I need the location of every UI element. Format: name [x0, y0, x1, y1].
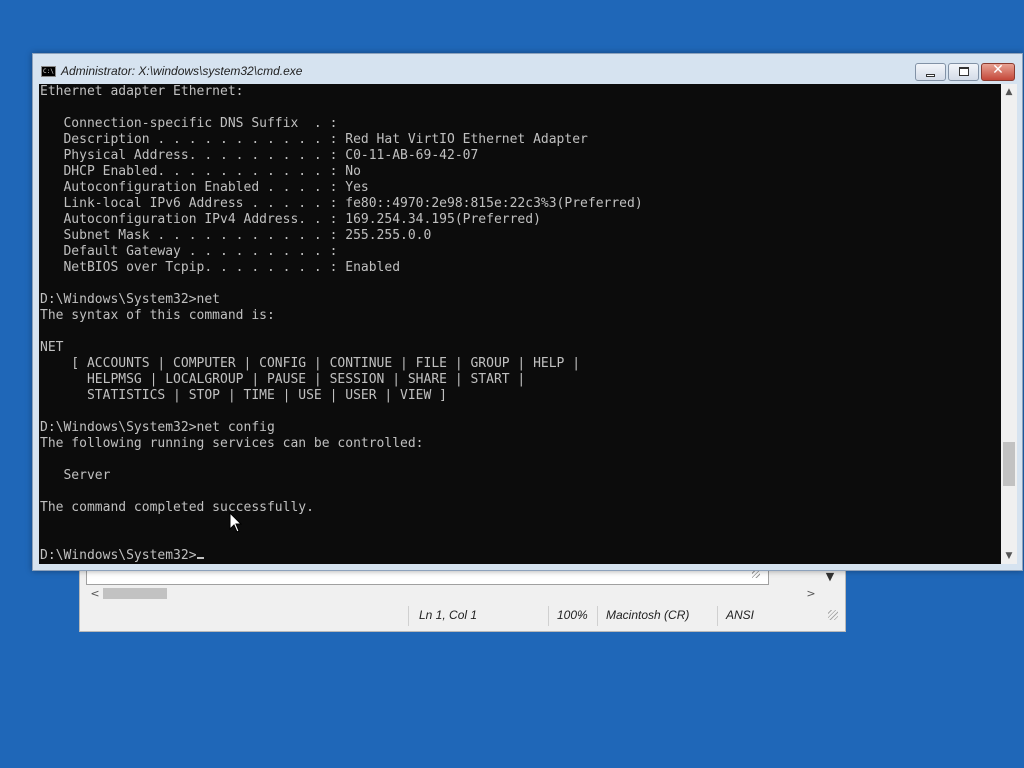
horizontal-scroll-thumb[interactable]	[103, 588, 167, 599]
scroll-right-icon[interactable]: >	[804, 585, 818, 602]
console-area[interactable]: Ethernet adapter Ethernet: Connection-sp…	[39, 84, 1001, 564]
status-separator	[408, 606, 409, 626]
scroll-down-icon[interactable]: ▼	[1001, 548, 1017, 564]
close-button[interactable]: ✕	[981, 62, 1015, 81]
status-separator	[597, 606, 598, 626]
scroll-left-icon[interactable]: <	[88, 585, 102, 602]
cmd-icon[interactable]: C:\	[41, 66, 56, 77]
scroll-up-icon[interactable]: ▲	[1001, 84, 1017, 100]
console-line: D:\Windows\System32>net	[40, 292, 221, 307]
mouse-pointer-icon	[229, 512, 243, 533]
maximize-icon	[959, 67, 969, 76]
console-line: Default Gateway . . . . . . . . . :	[40, 244, 338, 259]
close-icon: ✕	[992, 62, 1004, 78]
console-line: HELPMSG | LOCALGROUP | PAUSE | SESSION |…	[40, 372, 526, 387]
console-line: Server	[40, 468, 111, 483]
console-line: [ ACCOUNTS | COMPUTER | CONFIG | CONTINU…	[40, 356, 581, 371]
status-encoding: ANSI	[726, 608, 755, 622]
edit-resize-grip	[752, 570, 760, 578]
status-position: Ln 1, Col 1	[419, 608, 478, 622]
console-line: Physical Address. . . . . . . . . : C0-1…	[40, 148, 479, 163]
console-line: Description . . . . . . . . . . . : Red …	[40, 132, 588, 147]
console-line: Link-local IPv6 Address . . . . . : fe80…	[40, 196, 643, 211]
resize-grip[interactable]	[828, 610, 838, 620]
window-title: Administrator: X:\windows\system32\cmd.e…	[61, 64, 303, 78]
console-line: Autoconfiguration IPv4 Address. . : 169.…	[40, 212, 541, 227]
console-prompt-line[interactable]: D:\Windows\System32>	[40, 548, 1001, 564]
console-line: NetBIOS over Tcpip. . . . . . . . : Enab…	[40, 260, 401, 275]
console-output: Ethernet adapter Ethernet: Connection-sp…	[39, 84, 1001, 564]
console-prompt: D:\Windows\System32>	[40, 548, 197, 563]
console-line: Subnet Mask . . . . . . . . . . . : 255.…	[40, 228, 432, 243]
minimize-button[interactable]	[915, 63, 946, 81]
console-line: The command completed successfully.	[40, 500, 314, 515]
console-line: DHCP Enabled. . . . . . . . . . . : No	[40, 164, 361, 179]
status-bar: Ln 1, Col 1 100% Macintosh (CR) ANSI	[86, 604, 842, 626]
text-cursor	[196, 557, 204, 559]
title-bar[interactable]: C:\ Administrator: X:\windows\system32\c…	[33, 54, 1022, 85]
vertical-scroll-thumb[interactable]	[1003, 442, 1015, 486]
console-line: The following running services can be co…	[40, 436, 424, 451]
console-line: Connection-specific DNS Suffix . :	[40, 116, 338, 131]
vertical-scrollbar[interactable]: ▲ ▼	[1001, 84, 1017, 564]
maximize-button[interactable]	[948, 63, 979, 81]
console-line: The syntax of this command is:	[40, 308, 275, 323]
console-line: Autoconfiguration Enabled . . . . : Yes	[40, 180, 369, 195]
console-line: STATISTICS | STOP | TIME | USE | USER | …	[40, 388, 447, 403]
console-line: NET	[40, 340, 64, 355]
status-separator	[717, 606, 718, 626]
horizontal-scrollbar[interactable]: < >	[86, 585, 826, 602]
status-line-ending: Macintosh (CR)	[606, 608, 690, 622]
status-zoom: 100%	[557, 608, 588, 622]
console-line: D:\Windows\System32>net config	[40, 420, 275, 435]
minimize-icon	[926, 74, 935, 77]
cmd-window[interactable]: C:\ Administrator: X:\windows\system32\c…	[32, 53, 1023, 571]
notepad-window[interactable]: ▼ < > Ln 1, Col 1 100% Macintosh (CR) AN…	[79, 566, 846, 632]
console-line: Ethernet adapter Ethernet:	[40, 84, 244, 99]
status-separator	[548, 606, 549, 626]
